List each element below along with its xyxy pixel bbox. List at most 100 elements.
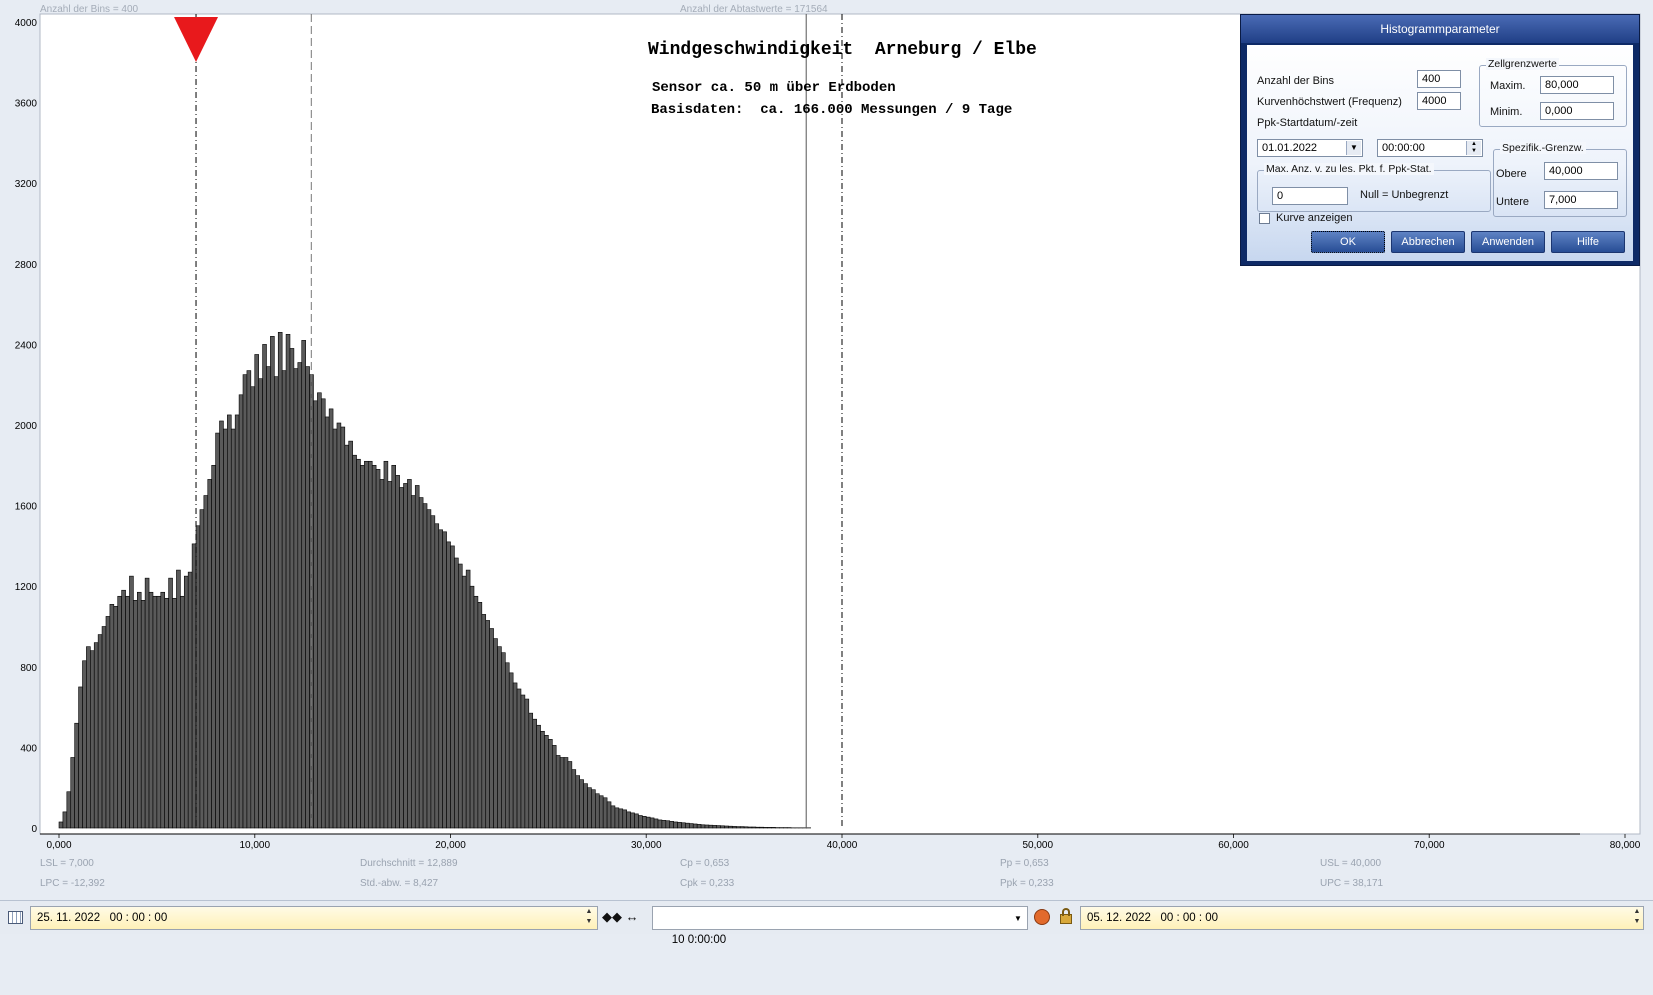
- y-tick-label: 400: [20, 743, 37, 754]
- histogram-bar: [404, 483, 408, 828]
- kurve-label: Kurve anzeigen: [1276, 212, 1352, 224]
- histogram-bar: [709, 825, 713, 828]
- start-datetime-field[interactable]: 25. 11. 2022 00 : 00 : 00: [30, 906, 598, 930]
- apply-button[interactable]: Anwenden: [1471, 231, 1545, 253]
- x-tick-label: 80,000: [1610, 840, 1641, 851]
- x-tick-label: 60,000: [1218, 840, 1249, 851]
- histogram-bar: [513, 683, 517, 828]
- upper-input[interactable]: 40,000: [1544, 162, 1618, 180]
- histogram-bar: [161, 592, 165, 828]
- histogram-bar: [86, 647, 90, 828]
- x-axis-ticks: 0,00010,00020,00030,00040,00050,00060,00…: [46, 834, 1640, 851]
- x-tick-label: 50,000: [1022, 840, 1053, 851]
- maxcount-group-title: Max. Anz. v. zu les. Pkt. f. Ppk-Stat.: [1264, 163, 1434, 175]
- min-input[interactable]: 0,000: [1540, 102, 1614, 120]
- histogram-bar: [63, 812, 67, 828]
- stat-ppk: Ppk = 0,233: [1000, 878, 1054, 889]
- time-value: 00:00:00: [1382, 142, 1425, 154]
- histogram-bar: [462, 576, 466, 828]
- histogram-bar: [169, 578, 173, 828]
- histogram-bar: [294, 369, 298, 828]
- time-input[interactable]: 00:00:00 ▲▼: [1377, 139, 1483, 157]
- stat-cp: Cp = 0,653: [680, 858, 729, 869]
- histogram-bar: [627, 812, 631, 828]
- histogram-bar: [603, 798, 607, 828]
- histogram-bar: [102, 627, 106, 829]
- histogram-bar: [431, 516, 435, 828]
- cell-limits-title: Zellgrenzwerte: [1486, 58, 1559, 70]
- curvemax-input[interactable]: 4000: [1417, 92, 1461, 110]
- lower-input[interactable]: 7,000: [1544, 191, 1618, 209]
- histogram-bar: [693, 824, 697, 828]
- histogram-bar: [541, 731, 545, 828]
- histogram-bar: [251, 387, 255, 828]
- bins-input[interactable]: 400: [1417, 70, 1461, 88]
- histogram-bar: [564, 757, 568, 828]
- spinner-icon[interactable]: ▲▼: [1466, 141, 1481, 155]
- histogram-bar: [223, 429, 227, 828]
- histogram-bar: [466, 570, 470, 828]
- histogram-bar: [631, 813, 635, 828]
- calendar-icon[interactable]: [8, 911, 23, 924]
- end-spinner-icon[interactable]: ▲▼: [1630, 907, 1644, 929]
- histogram-bar: [364, 461, 368, 828]
- y-tick-label: 2000: [15, 421, 38, 432]
- chevron-down-icon[interactable]: ▼: [1346, 141, 1361, 155]
- stat-std: Std.-abw. = 8,427: [360, 878, 438, 889]
- interval-select[interactable]: 10 0:00:00 ▼: [652, 906, 1028, 930]
- stat-pp: Pp = 0,653: [1000, 858, 1049, 869]
- histogram-bar: [509, 673, 513, 828]
- help-button[interactable]: Hilfe: [1551, 231, 1625, 253]
- histogram-bar: [619, 809, 623, 828]
- stat-cpk: Cpk = 0,233: [680, 878, 734, 889]
- dialog-body: Anzahl der Bins 400 Kurvenhöchstwert (Fr…: [1247, 45, 1633, 261]
- histogram-bar: [278, 332, 282, 828]
- y-tick-label: 800: [20, 663, 37, 674]
- lock-shackle: [1062, 908, 1070, 916]
- histogram-bar: [149, 592, 153, 828]
- time-range-toolbar: 25. 11. 2022 00 : 00 : 00 ▲▼ ◆◆ ↔ 10 0:0…: [0, 900, 1653, 934]
- histogram-bar: [552, 745, 556, 828]
- histogram-bar: [744, 827, 748, 828]
- histogram-bar: [490, 629, 494, 828]
- samples-info: Anzahl der Abtastwerte = 171564: [680, 4, 828, 15]
- x-tick-label: 70,000: [1414, 840, 1445, 851]
- stat-lpc: LPC = -12,392: [40, 878, 105, 889]
- histogram-bar: [137, 592, 141, 828]
- end-datetime-field[interactable]: 05. 12. 2022 00 : 00 : 00: [1080, 906, 1644, 930]
- ok-button[interactable]: OK: [1311, 231, 1385, 253]
- histogram-bar: [360, 465, 364, 828]
- navigate-icon[interactable]: ◆◆ ↔: [602, 909, 639, 925]
- start-spinner-icon[interactable]: ▲▼: [582, 907, 596, 929]
- spec-limits-group: Spezifik.-Grenzw. Obere 40,000 Untere 7,…: [1493, 149, 1627, 217]
- date-select[interactable]: 01.01.2022 ▼: [1257, 139, 1363, 157]
- histogram-bar: [317, 393, 321, 828]
- histogram-bar: [400, 487, 404, 828]
- histogram-bar: [599, 796, 603, 828]
- histogram-bar: [646, 817, 650, 828]
- histogram-bar: [126, 596, 130, 828]
- stat-lsl: LSL = 7,000: [40, 858, 94, 869]
- histogram-bar: [533, 719, 537, 828]
- histogram-bar: [685, 823, 689, 828]
- dialog-title: Histogrammparameter: [1241, 15, 1639, 43]
- histogram-bar: [658, 820, 662, 828]
- histogram-bar: [615, 808, 619, 828]
- histogram-bar: [133, 600, 137, 828]
- maxcount-input[interactable]: 0: [1272, 187, 1348, 205]
- stat-mean: Durchschnitt = 12,889: [360, 858, 458, 869]
- cancel-button[interactable]: Abbrechen: [1391, 231, 1465, 253]
- histogram-bar: [75, 723, 79, 828]
- max-input[interactable]: 80,000: [1540, 76, 1614, 94]
- clock-icon[interactable]: [1034, 909, 1050, 925]
- kurve-checkbox[interactable]: [1259, 213, 1270, 224]
- histogram-bar: [521, 695, 525, 828]
- chart-subtitle-basisdaten: Basisdaten: ca. 166.000 Messungen / 9 Ta…: [651, 102, 1012, 118]
- histogram-bar: [732, 826, 736, 828]
- spec-limits-title: Spezifik.-Grenzw.: [1500, 142, 1586, 154]
- histogram-bar: [670, 821, 674, 828]
- histogram-bar: [165, 598, 169, 828]
- histogram-bar: [470, 586, 474, 828]
- histogram-bar: [544, 735, 548, 828]
- chevron-down-icon[interactable]: ▼: [1011, 908, 1025, 930]
